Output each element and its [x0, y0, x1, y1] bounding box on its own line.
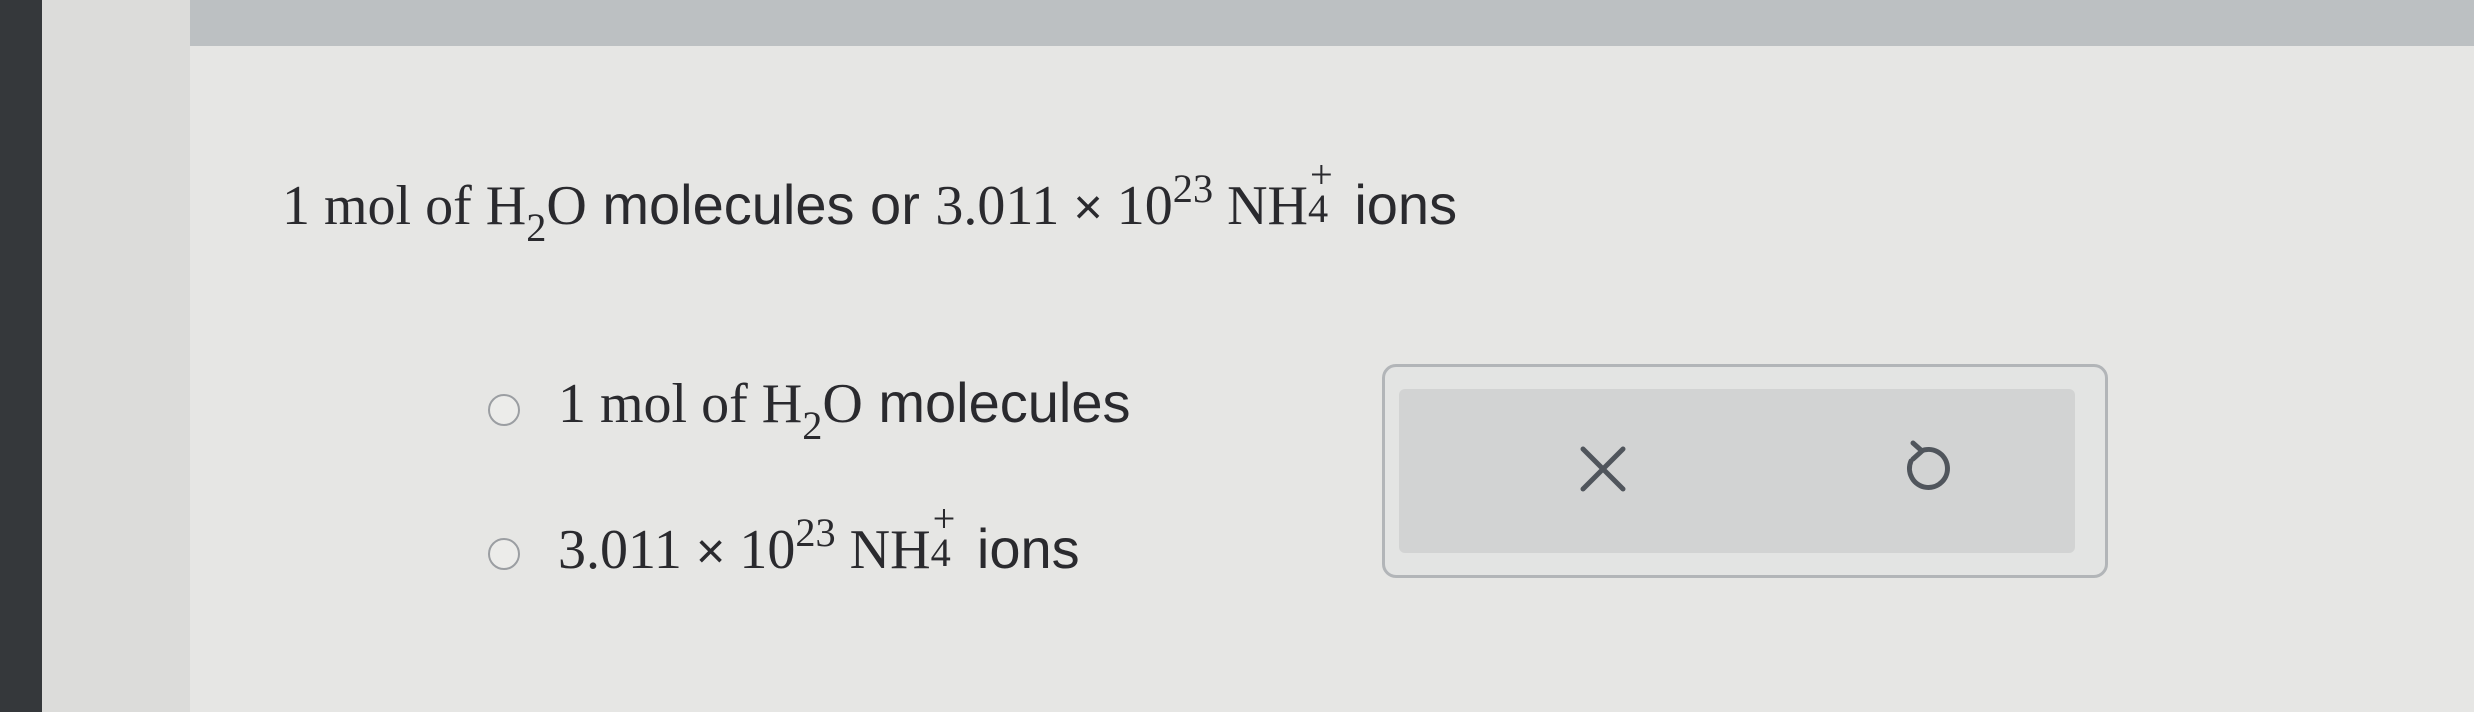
question-connector: molecules or	[602, 173, 920, 236]
answer-action-panel	[1382, 364, 2108, 578]
option-nh4-radio[interactable]	[488, 538, 520, 570]
undo-button[interactable]	[1887, 429, 1967, 509]
question-quantity-b: 3.011 × 1023 NH +4	[935, 152, 1333, 237]
action-panel-inner	[1399, 389, 2075, 553]
option-nh4-ions[interactable]: 3.011 × 1023 NH +4 ions	[488, 496, 1080, 582]
option-h2o-radio[interactable]	[488, 394, 520, 426]
undo-icon	[1906, 440, 1950, 490]
screen-edge	[0, 0, 42, 712]
monitor-bezel	[42, 0, 214, 712]
question-suffix: ions	[1354, 173, 1458, 236]
option-h2o-label: 1 mol of H2O molecules	[558, 371, 1131, 448]
option-nh4-label: 3.011 × 1023 NH +4 ions	[558, 496, 1080, 581]
question-quantity-a: 1 mol of H2O	[282, 175, 587, 250]
x-icon	[1580, 446, 1626, 492]
question-prompt: 1 mol of H2O molecules or 3.011 × 1023 N…	[282, 152, 1458, 250]
option-h2o-molecules[interactable]: 1 mol of H2O molecules	[488, 370, 1131, 448]
top-bar	[190, 0, 2474, 46]
clear-button[interactable]	[1563, 429, 1643, 509]
